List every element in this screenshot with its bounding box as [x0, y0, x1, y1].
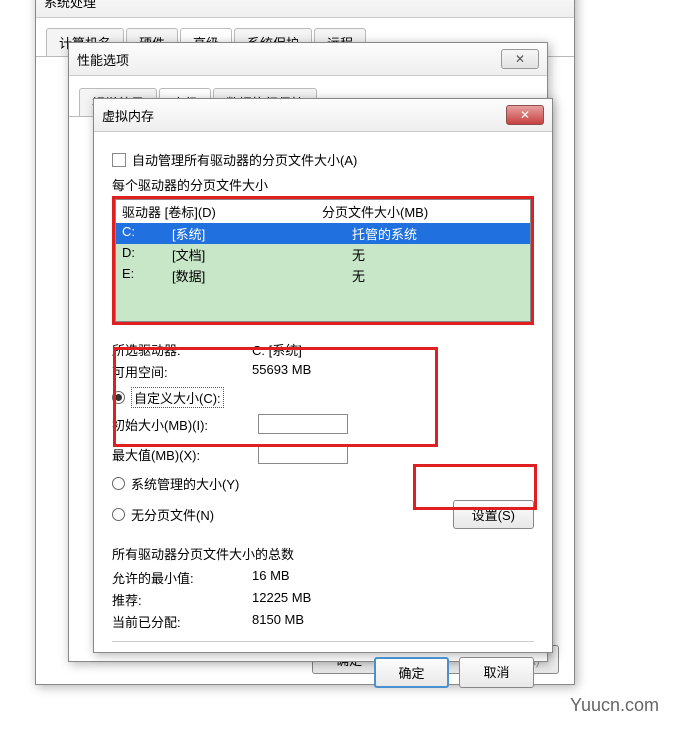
max-size-label: 最大值(MB)(X): [112, 445, 258, 464]
available-label: 可用空间: [112, 362, 252, 381]
drive-list-header: 驱动器 [卷标](D) 分页文件大小(MB) [116, 200, 530, 223]
custom-size-row: 自定义大小(C): [112, 387, 534, 408]
drive-paging: 无 [352, 245, 524, 264]
totals-title: 所有驱动器分页文件大小的总数 [112, 544, 534, 563]
initial-size-row: 初始大小(MB)(I): [112, 414, 534, 434]
current-value: 8150 MB [252, 612, 534, 631]
drive-label: [系统] [172, 224, 352, 243]
window-title: 性能选项 [77, 50, 129, 69]
drive-list-empty [116, 286, 530, 321]
auto-manage-label: 自动管理所有驱动器的分页文件大小(A) [132, 150, 357, 169]
system-managed-label: 系统管理的大小(Y) [131, 474, 239, 493]
drive-paging: 无 [352, 266, 524, 285]
close-icon[interactable]: ✕ [506, 105, 544, 125]
window-title: 系统处理 [44, 0, 96, 11]
titlebar: 性能选项 ✕ [69, 43, 547, 76]
min-allowed-row: 允许的最小值: 16 MB [112, 568, 534, 587]
min-allowed-value: 16 MB [252, 568, 534, 587]
max-size-row: 最大值(MB)(X): [112, 444, 534, 464]
dialog-content: 自动管理所有驱动器的分页文件大小(A) 每个驱动器的分页文件大小 驱动器 [卷标… [94, 132, 552, 700]
recommended-label: 推荐: [112, 590, 252, 609]
drive-letter: C: [122, 224, 172, 243]
watermark: Yuucn.com [570, 695, 659, 716]
divider [112, 641, 534, 642]
current-label: 当前已分配: [112, 612, 252, 631]
set-button[interactable]: 设置(S) [453, 500, 534, 529]
no-paging-radio[interactable] [112, 508, 125, 521]
drive-label: [数据] [172, 266, 352, 285]
drive-list[interactable]: 驱动器 [卷标](D) 分页文件大小(MB) C: [系统] 托管的系统 D: … [115, 199, 531, 322]
min-allowed-label: 允许的最小值: [112, 568, 252, 587]
titlebar: 虚拟内存 ✕ [94, 99, 552, 132]
selected-drive-row: 所选驱动器: C: [系统] [112, 340, 534, 359]
window-title: 虚拟内存 [102, 106, 154, 125]
each-drive-label: 每个驱动器的分页文件大小 [112, 175, 534, 194]
selected-drive-label: 所选驱动器: [112, 340, 252, 359]
selected-drive-value: C: [系统] [252, 340, 534, 359]
ok-button[interactable]: 确定 [374, 657, 449, 688]
no-paging-label: 无分页文件(N) [131, 505, 214, 524]
custom-size-radio[interactable] [112, 391, 125, 404]
system-managed-radio[interactable] [112, 477, 125, 490]
custom-size-label: 自定义大小(C): [131, 387, 224, 408]
header-size: 分页文件大小(MB) [322, 202, 524, 221]
auto-manage-checkbox[interactable] [112, 153, 126, 167]
drive-row-c[interactable]: C: [系统] 托管的系统 [116, 223, 530, 244]
titlebar: 系统处理 [36, 0, 574, 18]
system-managed-row: 系统管理的大小(Y) [112, 474, 534, 493]
auto-manage-row: 自动管理所有驱动器的分页文件大小(A) [112, 150, 534, 169]
recommended-value: 12225 MB [252, 590, 534, 609]
drive-row-e[interactable]: E: [数据] 无 [116, 265, 530, 286]
drive-letter: E: [122, 266, 172, 285]
drive-letter: D: [122, 245, 172, 264]
drive-row-d[interactable]: D: [文档] 无 [116, 244, 530, 265]
dialog-buttons: 确定 取消 [112, 657, 534, 688]
close-icon[interactable]: ✕ [501, 49, 539, 69]
drive-label: [文档] [172, 245, 352, 264]
cancel-button[interactable]: 取消 [459, 657, 534, 688]
recommended-row: 推荐: 12225 MB [112, 590, 534, 609]
current-row: 当前已分配: 8150 MB [112, 612, 534, 631]
available-space-row: 可用空间: 55693 MB [112, 362, 534, 381]
initial-size-input[interactable] [258, 414, 348, 434]
max-size-input[interactable] [258, 444, 348, 464]
drive-paging: 托管的系统 [352, 224, 524, 243]
no-paging-row: 无分页文件(N) [112, 505, 214, 524]
available-value: 55693 MB [252, 362, 534, 381]
virtual-memory-dialog: 虚拟内存 ✕ 自动管理所有驱动器的分页文件大小(A) 每个驱动器的分页文件大小 … [93, 98, 553, 653]
initial-size-label: 初始大小(MB)(I): [112, 415, 258, 434]
header-drive: 驱动器 [卷标](D) [122, 202, 322, 221]
